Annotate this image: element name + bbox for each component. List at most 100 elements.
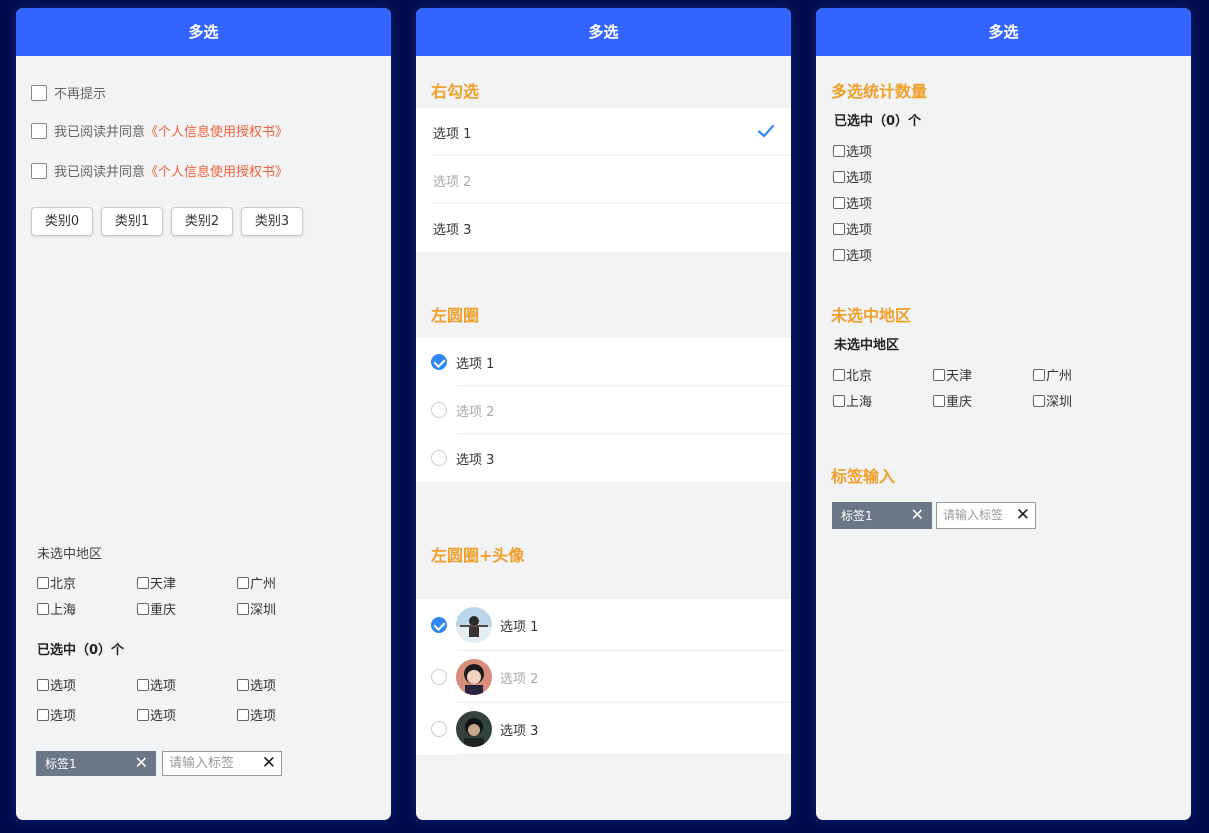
- section-title-tag: 标签输入: [831, 467, 896, 486]
- checkbox-no-remind[interactable]: 不再提示: [31, 83, 106, 102]
- option-checkbox[interactable]: 选项: [833, 193, 872, 212]
- checkbox-box[interactable]: [237, 602, 249, 615]
- region-checkbox-shenzhen[interactable]: 深圳: [1033, 391, 1072, 410]
- tag-input[interactable]: 请输入标签 ✕: [162, 751, 282, 776]
- close-icon[interactable]: ✕: [135, 755, 148, 771]
- category-button-3[interactable]: 类别3: [241, 207, 303, 236]
- checkbox-box[interactable]: [237, 708, 249, 721]
- region-checkbox-tianjin[interactable]: 天津: [137, 573, 176, 592]
- option-checkbox[interactable]: 选项: [833, 141, 872, 160]
- list-item[interactable]: 选项 3: [416, 204, 791, 252]
- checkbox-box[interactable]: [37, 576, 49, 589]
- checkbox-box[interactable]: [37, 602, 49, 615]
- option-label: 选项: [846, 145, 873, 160]
- checkbox-label: 不再提示: [54, 87, 107, 102]
- checkbox-box[interactable]: [31, 84, 47, 101]
- category-button-0[interactable]: 类别0: [31, 207, 93, 236]
- region-label: 广州: [1046, 369, 1073, 384]
- checkbox-box[interactable]: [1033, 394, 1045, 407]
- checkbox-box[interactable]: [137, 602, 149, 615]
- checkbox-box[interactable]: [933, 368, 945, 381]
- checkbox-box[interactable]: [833, 368, 845, 381]
- checkbox-box[interactable]: [31, 122, 47, 139]
- checkbox-box[interactable]: [237, 576, 249, 589]
- list-item[interactable]: 选项 3: [416, 434, 791, 482]
- option-label: 选项: [250, 679, 277, 694]
- category-button-2[interactable]: 类别2: [171, 207, 233, 236]
- checkbox-agree-1[interactable]: 我已阅读并同意 《个人信息使用授权书》: [31, 121, 288, 140]
- region-checkbox-shanghai[interactable]: 上海: [37, 599, 76, 618]
- region-label: 广州: [250, 577, 277, 592]
- list-item[interactable]: 选项 2: [416, 386, 791, 434]
- region-checkbox-guangzhou[interactable]: 广州: [237, 573, 276, 592]
- checkbox-box[interactable]: [933, 394, 945, 407]
- item-label: 选项 3: [500, 723, 539, 739]
- tag-input-placeholder: 请输入标签: [169, 756, 235, 771]
- option-checkbox[interactable]: 选项: [833, 245, 872, 264]
- checkbox-box[interactable]: [37, 708, 49, 721]
- checkbox-box[interactable]: [37, 678, 49, 691]
- checkbox-box[interactable]: [833, 144, 845, 157]
- region-checkbox-shenzhen[interactable]: 深圳: [237, 599, 276, 618]
- list-item[interactable]: 选项 2: [416, 651, 791, 703]
- close-icon[interactable]: ✕: [911, 507, 924, 523]
- item-label: 选项 1: [433, 126, 472, 142]
- option-checkbox[interactable]: 选项: [37, 675, 76, 694]
- circle-icon[interactable]: [431, 402, 447, 418]
- region-checkbox-guangzhou[interactable]: 广州: [1033, 365, 1072, 384]
- list-item[interactable]: 选项 1: [416, 108, 791, 156]
- checked-circle-icon[interactable]: [431, 354, 447, 370]
- region-label: 重庆: [946, 395, 973, 410]
- checkbox-agree-2[interactable]: 我已阅读并同意 《个人信息使用授权书》: [31, 161, 288, 180]
- region-checkbox-shanghai[interactable]: 上海: [833, 391, 872, 410]
- option-label: 选项: [150, 709, 177, 724]
- option-label: 选项: [50, 709, 77, 724]
- option-checkbox[interactable]: 选项: [37, 705, 76, 724]
- circle-icon[interactable]: [431, 450, 447, 466]
- authorization-link[interactable]: 《个人信息使用授权书》: [145, 161, 288, 180]
- authorization-link[interactable]: 《个人信息使用授权书》: [145, 121, 288, 140]
- option-checkbox[interactable]: 选项: [833, 219, 872, 238]
- checkbox-box[interactable]: [137, 678, 149, 691]
- list-item[interactable]: 选项 1: [416, 599, 791, 651]
- checkbox-box[interactable]: [833, 196, 845, 209]
- checked-circle-icon[interactable]: [431, 617, 447, 633]
- option-checkbox[interactable]: 选项: [137, 705, 176, 724]
- tag-input[interactable]: 请输入标签 ✕: [936, 502, 1036, 529]
- region-checkbox-tianjin[interactable]: 天津: [933, 365, 972, 384]
- category-button-1[interactable]: 类别1: [101, 207, 163, 236]
- close-icon[interactable]: ✕: [262, 754, 276, 772]
- tag-chip: 标签1 ✕: [36, 751, 156, 776]
- region-label: 深圳: [250, 603, 277, 618]
- checkbox-box[interactable]: [137, 708, 149, 721]
- list-item[interactable]: 选项 1: [416, 338, 791, 386]
- avatar-list: 选项 1 选项 2 选项 3: [416, 599, 791, 755]
- panel-basic: 多选 不再提示 我已阅读并同意 《个人信息使用授权书》 我已阅读并同意 《个人信…: [16, 8, 391, 820]
- checkbox-box[interactable]: [1033, 368, 1045, 381]
- region-checkbox-beijing[interactable]: 北京: [37, 573, 76, 592]
- close-icon[interactable]: ✕: [1016, 506, 1030, 524]
- option-checkbox[interactable]: 选项: [237, 675, 276, 694]
- section-title-left-circle: 左圆圈: [431, 306, 480, 325]
- region-label: 上海: [846, 395, 873, 410]
- checkbox-box[interactable]: [31, 162, 47, 179]
- option-checkbox[interactable]: 选项: [833, 167, 872, 186]
- checkbox-box[interactable]: [237, 678, 249, 691]
- checkbox-box[interactable]: [833, 170, 845, 183]
- circle-icon[interactable]: [431, 721, 447, 737]
- option-checkbox[interactable]: 选项: [237, 705, 276, 724]
- checkbox-box[interactable]: [833, 222, 845, 235]
- region-checkbox-chongqing[interactable]: 重庆: [137, 599, 176, 618]
- checkbox-box[interactable]: [137, 576, 149, 589]
- list-item[interactable]: 选项 2: [416, 156, 791, 204]
- option-label: 选项: [846, 223, 873, 238]
- checkbox-box[interactable]: [833, 394, 845, 407]
- checkbox-box[interactable]: [833, 248, 845, 261]
- option-checkbox[interactable]: 选项: [137, 675, 176, 694]
- region-checkbox-beijing[interactable]: 北京: [833, 365, 872, 384]
- region-checkbox-chongqing[interactable]: 重庆: [933, 391, 972, 410]
- circle-icon[interactable]: [431, 669, 447, 685]
- region-label: 上海: [50, 603, 77, 618]
- list-item[interactable]: 选项 3: [416, 703, 791, 755]
- avatar: [456, 659, 492, 695]
